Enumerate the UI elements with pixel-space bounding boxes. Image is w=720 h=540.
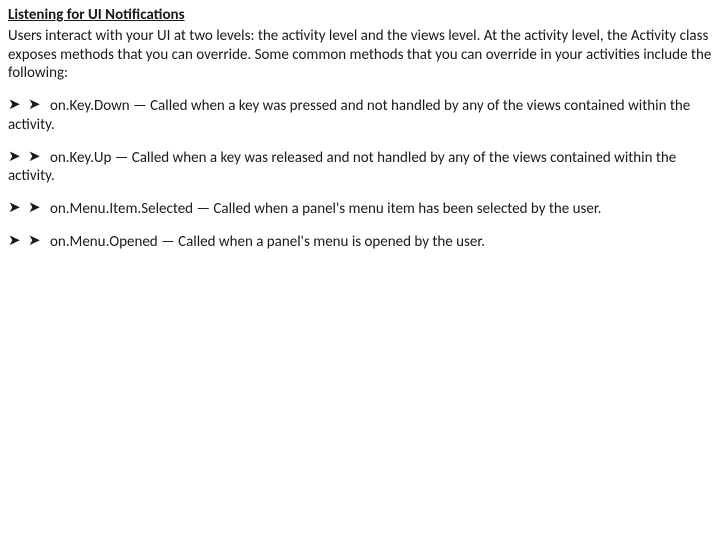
- list-item: ➤ ➤ on.Key.Down — Called when a key was …: [8, 97, 712, 135]
- method-name: on.Menu.Item.Selected: [50, 200, 193, 218]
- chevron-right-icon: ➤ ➤: [8, 232, 43, 250]
- method-name: on.Key.Up: [50, 149, 111, 167]
- chevron-right-icon: ➤ ➤: [8, 148, 43, 166]
- separator: —: [158, 233, 178, 251]
- separator: —: [193, 200, 213, 218]
- document-page: Listening for UI Notifications Users int…: [0, 0, 720, 252]
- list-item: ➤ ➤ on.Menu.Item.Selected — Called when …: [8, 200, 712, 219]
- chevron-right-icon: ➤ ➤: [8, 96, 43, 114]
- method-description: Called when a panel's menu item has been…: [213, 200, 601, 218]
- section-heading: Listening for UI Notifications: [8, 6, 712, 25]
- separator: —: [111, 149, 131, 167]
- method-name: on.Menu.Opened: [50, 233, 158, 251]
- chevron-right-icon: ➤ ➤: [8, 199, 43, 217]
- separator: —: [130, 97, 150, 115]
- intro-paragraph: Users interact with your UI at two level…: [8, 27, 712, 83]
- list-item: ➤ ➤ on.Key.Up — Called when a key was re…: [8, 149, 712, 187]
- method-name: on.Key.Down: [50, 97, 130, 115]
- list-item: ➤ ➤ on.Menu.Opened — Called when a panel…: [8, 233, 712, 252]
- method-description: Called when a panel's menu is opened by …: [178, 233, 485, 251]
